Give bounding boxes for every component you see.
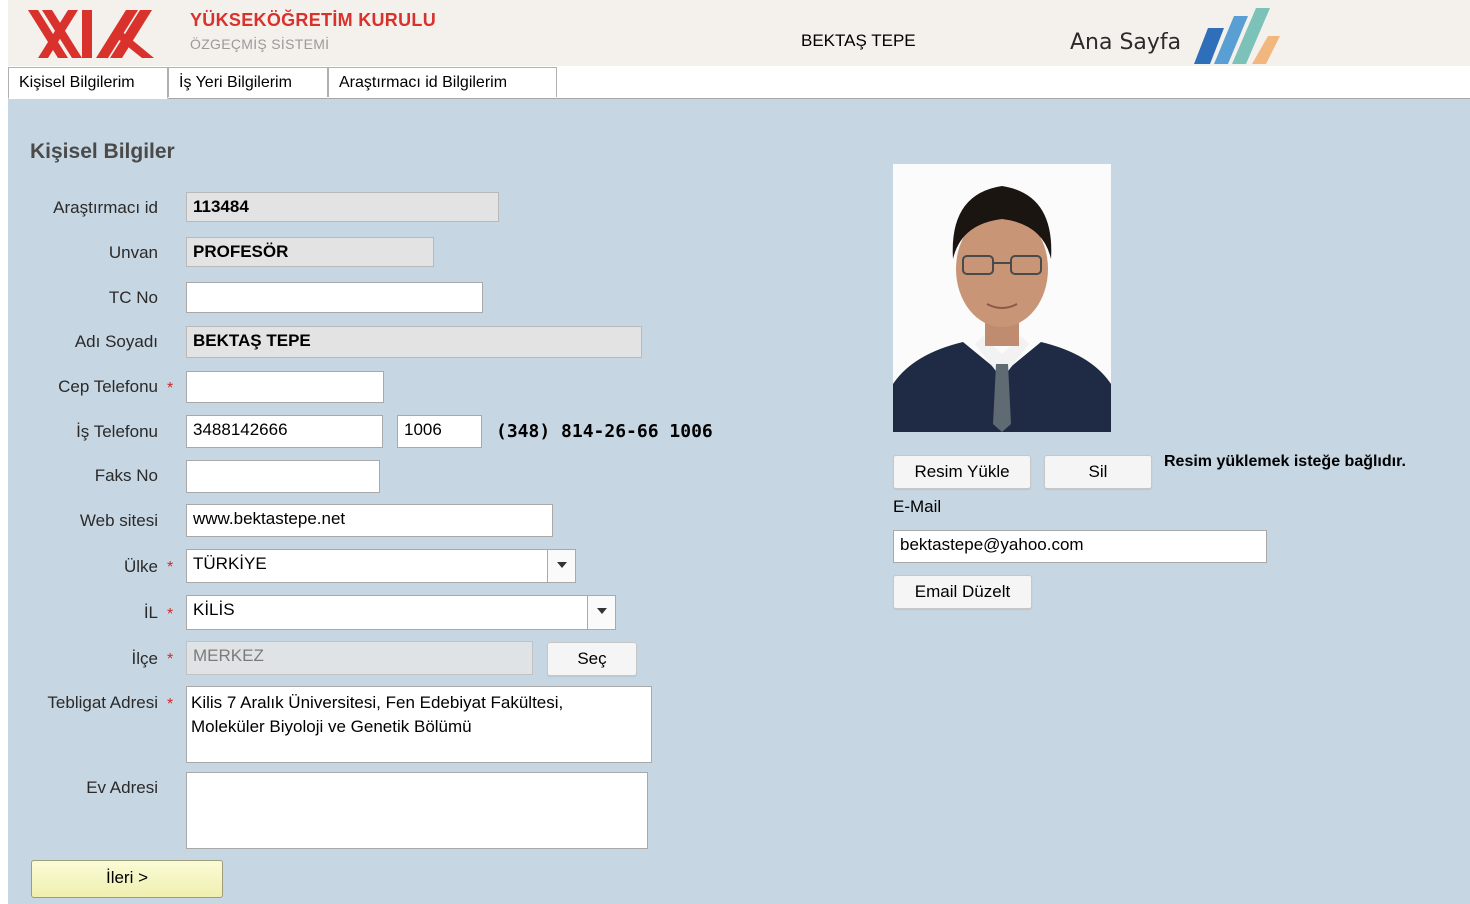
home-address-label: Ev Adresi	[86, 778, 158, 797]
researcher-id-label: Araştırmacı id	[53, 198, 158, 217]
work-phone-formatted: (348) 814-26-66 1006	[496, 421, 713, 442]
home-link[interactable]: Ana Sayfa	[1070, 30, 1181, 55]
mobile-phone-label: Cep Telefonu	[58, 377, 158, 396]
edit-email-button[interactable]: Email Düzelt	[893, 575, 1032, 609]
home-bars-icon[interactable]	[1184, 6, 1294, 66]
work-phone-input[interactable]: 3488142666	[186, 415, 383, 448]
required-mark: *	[167, 651, 174, 668]
title-label: Unvan	[108, 243, 158, 262]
email-label: E-Mail	[893, 497, 942, 516]
header: YÜKSEKÖĞRETİM KURULU ÖZGEÇMİŞ SİSTEMİ BE…	[8, 0, 1470, 66]
content-area: Kişisel Bilgiler Araştırmacı id 113484 U…	[8, 99, 1470, 904]
province-select[interactable]: KİLİS	[186, 595, 616, 630]
tc-no-input[interactable]	[186, 282, 483, 313]
upload-photo-button[interactable]: Resim Yükle	[893, 455, 1031, 489]
researcher-id-field: 113484	[186, 192, 499, 222]
profile-photo	[893, 164, 1111, 432]
tab-researcher-id-info[interactable]: Araştırmacı id Bilgilerim	[328, 67, 557, 97]
required-mark: *	[167, 559, 174, 576]
next-button[interactable]: İleri >	[31, 860, 223, 898]
district-label: İlçe	[131, 649, 158, 668]
section-title: Kişisel Bilgiler	[30, 140, 175, 163]
email-input[interactable]: bektastepe@yahoo.com	[893, 530, 1267, 563]
province-select-value: KİLİS	[193, 600, 235, 619]
yok-logo[interactable]	[28, 8, 154, 60]
required-mark: *	[167, 380, 174, 397]
photo-optional-note: Resim yüklemek isteğe bağlıdır.	[1164, 453, 1406, 470]
title-field: PROFESÖR	[186, 237, 434, 267]
home-address-textarea[interactable]	[186, 772, 648, 849]
work-phone-extension-input[interactable]: 1006	[397, 415, 482, 448]
full-name-field: BEKTAŞ TEPE	[186, 326, 642, 358]
required-mark: *	[167, 606, 174, 623]
tc-no-label: TC No	[108, 288, 158, 307]
website-label: Web sitesi	[79, 511, 158, 530]
logged-in-user-name: BEKTAŞ TEPE	[801, 31, 916, 50]
district-field: MERKEZ	[186, 641, 533, 675]
notification-address-label: Tebligat Adresi	[47, 693, 158, 712]
tab-personal-info[interactable]: Kişisel Bilgilerim	[8, 67, 168, 99]
chevron-down-icon[interactable]	[547, 550, 575, 582]
full-name-label: Adı Soyadı	[74, 332, 158, 351]
tab-workplace-info[interactable]: İş Yeri Bilgilerim	[168, 67, 328, 97]
country-select-value: TÜRKİYE	[193, 554, 267, 573]
website-input[interactable]: www.bektastepe.net	[186, 504, 553, 537]
country-select[interactable]: TÜRKİYE	[186, 549, 576, 583]
org-subtitle: ÖZGEÇMİŞ SİSTEMİ	[190, 36, 330, 52]
chevron-down-icon[interactable]	[587, 596, 615, 629]
select-district-button[interactable]: Seç	[547, 642, 637, 676]
fax-input[interactable]	[186, 460, 380, 493]
province-label: İL	[143, 603, 158, 622]
tab-bar: Kişisel Bilgilerim İş Yeri Bilgilerim Ar…	[8, 66, 1470, 99]
notification-address-textarea[interactable]: Kilis 7 Aralık Üniversitesi, Fen Edebiya…	[186, 686, 652, 763]
fax-label: Faks No	[94, 466, 158, 485]
required-mark: *	[167, 696, 174, 713]
mobile-phone-input[interactable]	[186, 371, 384, 403]
delete-photo-button[interactable]: Sil	[1044, 455, 1152, 489]
country-label: Ülke	[123, 557, 158, 576]
org-title: YÜKSEKÖĞRETİM KURULU	[190, 10, 437, 30]
work-phone-label: İş Telefonu	[76, 422, 158, 441]
